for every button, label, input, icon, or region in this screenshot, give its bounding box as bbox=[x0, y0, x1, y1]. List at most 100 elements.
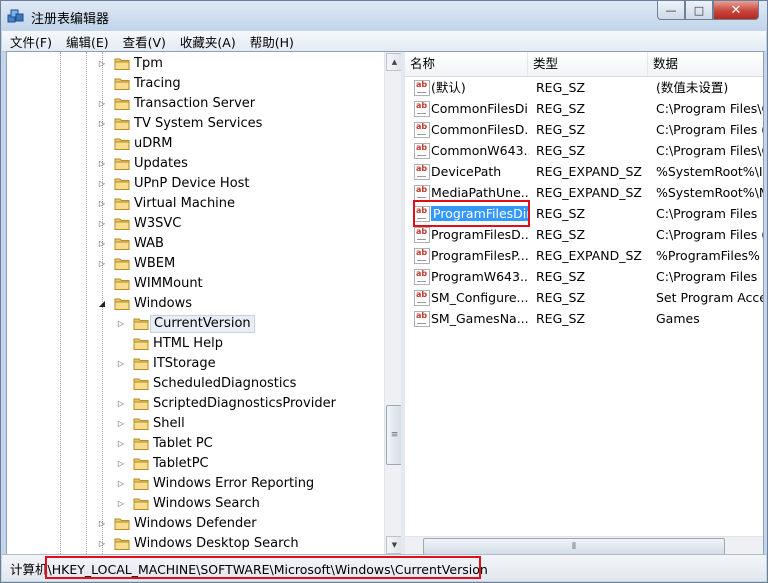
value-row[interactable]: ab ProgramFilesD... REG_SZ C:\Program Files… bbox=[405, 224, 763, 245]
tree-item-virtual-machine[interactable]: ▷ Virtual Machine bbox=[7, 194, 384, 214]
registry-editor-window: 注册表编辑器 — □ ✕ 文件(F) 编辑(E) 查看(V) 收藏夹(A) 帮助… bbox=[0, 0, 768, 583]
value-name-text: (默认) bbox=[431, 80, 466, 95]
expand-arrow-icon[interactable]: ▷ bbox=[117, 459, 125, 469]
value-row[interactable]: abCommonW643... REG_SZ C:\Program Files\Co bbox=[405, 140, 763, 161]
tree-item-upnp-device-host[interactable]: ▷ UPnP Device Host bbox=[7, 174, 384, 194]
folder-icon bbox=[133, 378, 149, 390]
value-name-text: CommonW643... bbox=[431, 143, 529, 158]
value-type: REG_EXPAND_SZ bbox=[536, 248, 642, 263]
tree-item-transaction-server[interactable]: ▷ Transaction Server bbox=[7, 94, 384, 114]
value-row[interactable]: ab ProgramFilesP... REG_EXPAND_SZ %ProgramF… bbox=[405, 245, 763, 266]
ab-string-value-icon: ab bbox=[414, 269, 430, 285]
value-name-text: ProgramFilesP... bbox=[431, 248, 529, 263]
ab-string-value-icon: ab bbox=[414, 185, 430, 201]
tree-item-html-help[interactable]: HTML Help bbox=[7, 334, 384, 354]
tree-item-wbem[interactable]: ▷ WBEM bbox=[7, 254, 384, 274]
ab-string-value-icon: ab bbox=[414, 101, 430, 117]
value-name: ProgramFilesP... bbox=[431, 245, 529, 266]
value-name: DevicePath bbox=[431, 161, 529, 182]
tree-item-udrm[interactable]: uDRM bbox=[7, 134, 384, 154]
tree-item-label: UPnP Device Host bbox=[134, 176, 250, 191]
tree-item-windows-defender[interactable]: ▷ Windows Defender bbox=[7, 514, 384, 534]
tree-item-windows-search[interactable]: ▷ Windows Search bbox=[7, 494, 384, 514]
maximize-button[interactable]: □ bbox=[685, 1, 713, 20]
tree-item-tabletpc[interactable]: ▷ TabletPC bbox=[7, 454, 384, 474]
tree-item-tracing[interactable]: Tracing bbox=[7, 74, 384, 94]
tree-item-wimmount[interactable]: WIMMount bbox=[7, 274, 384, 294]
tree-item-label: WIMMount bbox=[134, 276, 203, 291]
menu-view[interactable]: 查看(V) bbox=[115, 32, 172, 51]
expand-arrow-icon[interactable]: ▷ bbox=[117, 319, 125, 329]
expand-arrow-icon[interactable]: ▷ bbox=[117, 399, 125, 409]
expand-arrow-icon[interactable]: ▷ bbox=[117, 439, 125, 449]
tree-item-windows[interactable]: ◢ Windows bbox=[7, 294, 384, 314]
expand-arrow-icon[interactable]: ▷ bbox=[117, 359, 125, 369]
value-data: C:\Program Files\Co bbox=[656, 101, 763, 116]
tree-item-updates[interactable]: ▷ Updates bbox=[7, 154, 384, 174]
expand-arrow-icon[interactable]: ▷ bbox=[98, 219, 106, 229]
menu-help[interactable]: 帮助(H) bbox=[242, 32, 300, 51]
value-row[interactable]: abCommonFilesDir REG_SZ C:\Program Files\C… bbox=[405, 98, 763, 119]
expand-arrow-icon[interactable]: ▷ bbox=[98, 99, 106, 109]
value-row[interactable]: ab ProgramW643... REG_SZ C:\Program Files bbox=[405, 266, 763, 287]
expand-arrow-icon[interactable]: ▷ bbox=[117, 479, 125, 489]
expand-arrow-icon[interactable]: ▷ bbox=[98, 159, 106, 169]
expand-arrow-icon[interactable]: ▷ bbox=[98, 199, 106, 209]
list-horizontal-scrollbar[interactable]: ⦀ bbox=[405, 536, 763, 555]
folder-icon bbox=[114, 198, 130, 210]
tree-item-w3svc[interactable]: ▷ W3SVC bbox=[7, 214, 384, 234]
tree-item-windows-desktop-search[interactable]: ▷ Windows Desktop Search bbox=[7, 534, 384, 554]
value-row[interactable]: ab (默认) REG_SZ (数值未设置) bbox=[405, 77, 763, 98]
tree-item-shell[interactable]: ▷ Shell bbox=[7, 414, 384, 434]
menu-edit[interactable]: 编辑(E) bbox=[58, 32, 115, 51]
value-row[interactable]: ab CommonFilesD... REG_SZ C:\Program Files … bbox=[405, 119, 763, 140]
expand-arrow-icon[interactable]: ▷ bbox=[98, 259, 106, 269]
value-row[interactable]: abSM_Configure... REG_SZ Set Program Acces… bbox=[405, 287, 763, 308]
menu-favorites[interactable]: 收藏夹(A) bbox=[172, 32, 242, 51]
tree-item-tpm[interactable]: ▷ Tpm bbox=[7, 54, 384, 74]
collapse-arrow-icon[interactable]: ◢ bbox=[98, 299, 106, 309]
tree-item-tablet-pc[interactable]: ▷ Tablet PC bbox=[7, 434, 384, 454]
tree-item-currentversion[interactable]: ▷ CurrentVersion bbox=[7, 314, 384, 334]
title-bar[interactable]: 注册表编辑器 — □ ✕ bbox=[1, 1, 767, 31]
value-name: CommonFilesDir bbox=[431, 98, 529, 119]
value-name: SM_Configure... bbox=[431, 287, 529, 308]
column-type-header[interactable]: 类型 bbox=[528, 52, 648, 76]
tree-item-label: ITStorage bbox=[153, 356, 216, 371]
expand-arrow-icon[interactable]: ▷ bbox=[98, 59, 106, 69]
registry-key-tree[interactable]: ▷ Tpm Tracing ▷ Transaction Server ▷ TV System… bbox=[7, 52, 384, 554]
tree-vertical-scrollbar[interactable]: ▲ ≡ ▼ bbox=[384, 52, 403, 554]
tree-item-itstorage[interactable]: ▷ ITStorage bbox=[7, 354, 384, 374]
tree-item-wab[interactable]: ▷ WAB bbox=[7, 234, 384, 254]
value-row[interactable]: ab ProgramFilesDir REG_SZ C:\Program Files bbox=[405, 200, 763, 227]
value-row[interactable]: ab SM_GamesNa... REG_SZ Games bbox=[405, 308, 763, 329]
minimize-button[interactable]: — bbox=[657, 1, 685, 20]
expand-arrow-icon[interactable]: ▷ bbox=[117, 419, 125, 429]
close-button[interactable]: ✕ bbox=[713, 1, 759, 20]
values-list[interactable]: 名称 类型 数据 ab (默认) REG_SZ (数值未设置) ab CommonFile… bbox=[405, 52, 763, 554]
tree-item-scheduleddiagnostics[interactable]: ScheduledDiagnostics bbox=[7, 374, 384, 394]
ab-string-value-icon: ab bbox=[414, 248, 430, 264]
expand-arrow-icon[interactable]: ▷ bbox=[117, 499, 125, 509]
horizontal-scroll-thumb[interactable]: ⦀ bbox=[423, 538, 725, 555]
column-name-header[interactable]: 名称 bbox=[405, 52, 528, 76]
value-name: CommonW643... bbox=[431, 140, 529, 161]
ab-string-value-icon: ab bbox=[414, 290, 430, 306]
value-row[interactable]: abDevicePath REG_EXPAND_SZ %SystemRoot%\In… bbox=[405, 161, 763, 182]
column-data-header[interactable]: 数据 bbox=[648, 52, 763, 76]
expand-arrow-icon[interactable]: ▷ bbox=[98, 119, 106, 129]
expand-arrow-icon[interactable]: ▷ bbox=[98, 519, 106, 529]
value-type: REG_SZ bbox=[536, 206, 586, 221]
menu-file[interactable]: 文件(F) bbox=[2, 32, 58, 51]
tree-item-label: Tablet PC bbox=[153, 436, 213, 451]
status-prefix: 计算机 bbox=[10, 562, 48, 577]
folder-icon bbox=[133, 498, 149, 510]
expand-arrow-icon[interactable]: ▷ bbox=[98, 239, 106, 249]
expand-arrow-icon[interactable]: ▷ bbox=[98, 179, 106, 189]
expand-arrow-icon[interactable]: ▷ bbox=[98, 539, 106, 549]
path-highlight-box bbox=[45, 556, 481, 579]
tree-item-scripteddiagnosticsprovider[interactable]: ▷ ScriptedDiagnosticsProvider bbox=[7, 394, 384, 414]
tree-item-tv-system-services[interactable]: ▷ TV System Services bbox=[7, 114, 384, 134]
tree-item-windows-error-reporting[interactable]: ▷ Windows Error Reporting bbox=[7, 474, 384, 494]
tree-item-label: HTML Help bbox=[153, 336, 223, 351]
